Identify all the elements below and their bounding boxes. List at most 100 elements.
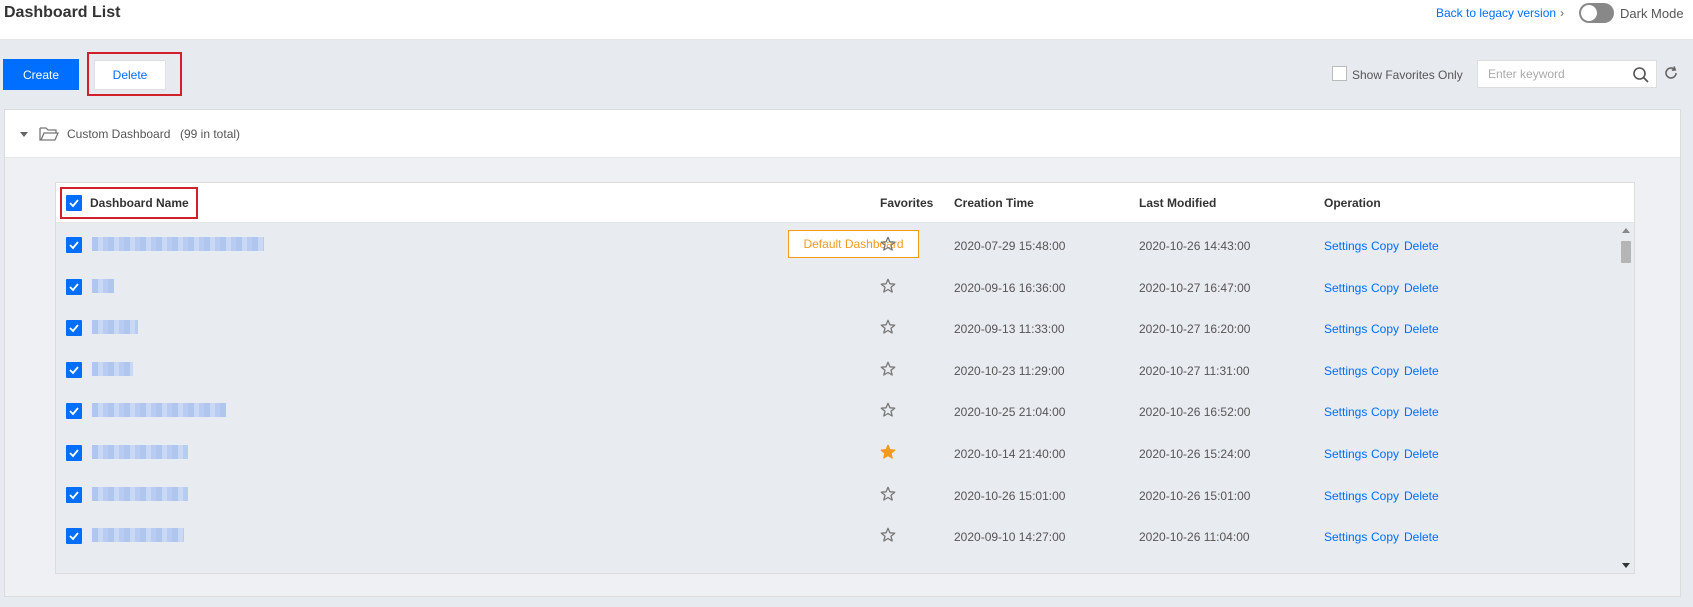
delete-link[interactable]: Delete [1404, 530, 1439, 544]
copy-link[interactable]: Copy [1371, 239, 1399, 253]
legacy-link-label: Back to legacy version [1436, 6, 1557, 20]
creation-time: 2020-09-10 14:27:00 [954, 530, 1066, 545]
column-operation: Operation [1324, 196, 1381, 210]
folder-open-icon [39, 127, 59, 141]
settings-link[interactable]: Settings [1324, 364, 1367, 378]
scroll-up-arrow-icon[interactable] [1622, 227, 1630, 233]
table-row: Default Dashboard 2020-07-29 15:48:00 2020… [56, 223, 1616, 268]
creation-time: 2020-10-14 21:40:00 [954, 447, 1066, 461]
creation-time: 2020-10-26 15:01:00 [954, 488, 1066, 503]
copy-link[interactable]: Copy [1371, 530, 1399, 544]
search-input[interactable] [1478, 61, 1618, 87]
last-modified: 2020-10-26 16:52:00 [1139, 405, 1251, 420]
page-title: Dashboard List [4, 4, 121, 21]
row-checkbox[interactable] [66, 278, 82, 295]
show-favorites-label: Show Favorites Only [1352, 68, 1463, 82]
dark-mode-label: Dark Mode [1620, 6, 1684, 21]
caret-down-icon[interactable] [19, 129, 29, 139]
delete-link[interactable]: Delete [1404, 239, 1439, 253]
create-button[interactable]: Create [3, 59, 79, 90]
delete-link[interactable]: Delete [1404, 405, 1439, 419]
row-checkbox[interactable] [66, 445, 82, 461]
copy-link[interactable]: Copy [1371, 281, 1399, 295]
row-checkbox[interactable] [66, 403, 82, 420]
delete-link[interactable]: Delete [1404, 447, 1439, 461]
column-favorites: Favorites [880, 196, 934, 210]
delete-button[interactable]: Delete [94, 60, 166, 90]
dashboard-table: Dashboard Name Favorites Creation Time L… [55, 182, 1635, 574]
dashboard-name-link[interactable] [92, 403, 226, 418]
dashboard-name-link[interactable] [92, 486, 188, 501]
table-row: 2020-10-26 15:01:00 2020-10-26 15:01:00 Se… [56, 473, 1616, 518]
settings-link[interactable]: Settings [1324, 530, 1367, 544]
favorite-star-icon[interactable] [880, 444, 896, 460]
delete-link[interactable]: Delete [1404, 489, 1439, 503]
dashboard-name-link[interactable] [92, 320, 138, 335]
settings-link[interactable]: Settings [1324, 447, 1367, 461]
table-row: 2020-10-23 11:29:00 2020-10-27 11:31:00 Se… [56, 348, 1616, 393]
favorite-star-icon[interactable] [880, 278, 896, 294]
last-modified: 2020-10-27 16:47:00 [1139, 280, 1251, 295]
toggle-knob [1581, 5, 1597, 21]
table-row: 2020-10-14 21:40:00 2020-10-26 15:24:00 Se… [56, 431, 1616, 476]
search-icon[interactable] [1632, 66, 1650, 84]
dashboard-name-link[interactable] [92, 528, 184, 543]
column-last-modified[interactable]: Last Modified [1139, 196, 1216, 210]
dashboard-group-panel: Custom Dashboard (99 in total) Dashboard… [4, 109, 1681, 597]
show-favorites-checkbox[interactable] [1332, 66, 1347, 81]
row-checkbox[interactable] [66, 361, 82, 378]
favorite-star-icon[interactable] [880, 402, 896, 418]
dashboard-name-link[interactable] [92, 237, 264, 251]
last-modified: 2020-10-26 15:24:00 [1139, 447, 1251, 461]
search-box [1477, 60, 1657, 88]
table-row: 2020-10-25 21:04:00 2020-10-26 16:52:00 Se… [56, 389, 1616, 434]
copy-link[interactable]: Copy [1371, 364, 1399, 378]
group-count: (99 in total) [180, 127, 241, 141]
settings-link[interactable]: Settings [1324, 239, 1367, 253]
dashboard-name-link[interactable] [92, 361, 133, 376]
refresh-icon[interactable] [1662, 64, 1680, 82]
scroll-down-arrow-icon[interactable] [1622, 563, 1630, 569]
table-row: 2020-09-13 11:33:00 2020-10-27 16:20:00 Se… [56, 306, 1616, 351]
last-modified: 2020-10-27 16:20:00 [1139, 322, 1251, 337]
copy-link[interactable]: Copy [1371, 489, 1399, 503]
settings-link[interactable]: Settings [1324, 405, 1367, 419]
favorite-star-icon[interactable] [880, 527, 896, 543]
row-checkbox[interactable] [66, 237, 82, 253]
copy-link[interactable]: Copy [1371, 447, 1399, 461]
top-bar: Dashboard List Back to legacy version › D… [0, 0, 1693, 40]
favorite-star-icon[interactable] [880, 319, 896, 335]
last-modified: 2020-10-26 15:01:00 [1139, 488, 1251, 503]
select-all-checkbox[interactable] [66, 195, 82, 211]
column-dashboard-name[interactable]: Dashboard Name [90, 196, 189, 210]
vertical-scrollbar[interactable] [1619, 223, 1633, 573]
dashboard-name-link[interactable] [92, 445, 188, 459]
copy-link[interactable]: Copy [1371, 405, 1399, 419]
settings-link[interactable]: Settings [1324, 322, 1367, 336]
creation-time: 2020-10-23 11:29:00 [954, 363, 1065, 378]
settings-link[interactable]: Settings [1324, 281, 1367, 295]
column-creation-time[interactable]: Creation Time [954, 196, 1034, 210]
group-header[interactable]: Custom Dashboard (99 in total) [5, 110, 1680, 158]
settings-link[interactable]: Settings [1324, 489, 1367, 503]
creation-time: 2020-09-16 16:36:00 [954, 280, 1066, 295]
creation-time: 2020-10-25 21:04:00 [954, 405, 1066, 420]
delete-link[interactable]: Delete [1404, 281, 1439, 295]
dashboard-name-link[interactable] [92, 278, 114, 293]
row-checkbox[interactable] [66, 486, 82, 503]
favorite-star-icon[interactable] [880, 236, 896, 252]
table-row: 2020-09-10 14:27:00 2020-10-26 11:04:00 Se… [56, 514, 1616, 559]
copy-link[interactable]: Copy [1371, 322, 1399, 336]
favorite-star-icon[interactable] [880, 361, 896, 377]
back-to-legacy-link[interactable]: Back to legacy version › [1436, 6, 1564, 20]
scroll-thumb[interactable] [1621, 241, 1631, 263]
default-dashboard-tag: Default Dashboard [788, 230, 919, 258]
dark-mode-toggle[interactable] [1579, 3, 1614, 23]
delete-link[interactable]: Delete [1404, 322, 1439, 336]
favorite-star-icon[interactable] [880, 486, 896, 502]
delete-link[interactable]: Delete [1404, 364, 1439, 378]
row-checkbox[interactable] [66, 528, 82, 545]
group-name: Custom Dashboard [67, 127, 171, 141]
creation-time: 2020-09-13 11:33:00 [954, 322, 1065, 337]
row-checkbox[interactable] [66, 320, 82, 337]
